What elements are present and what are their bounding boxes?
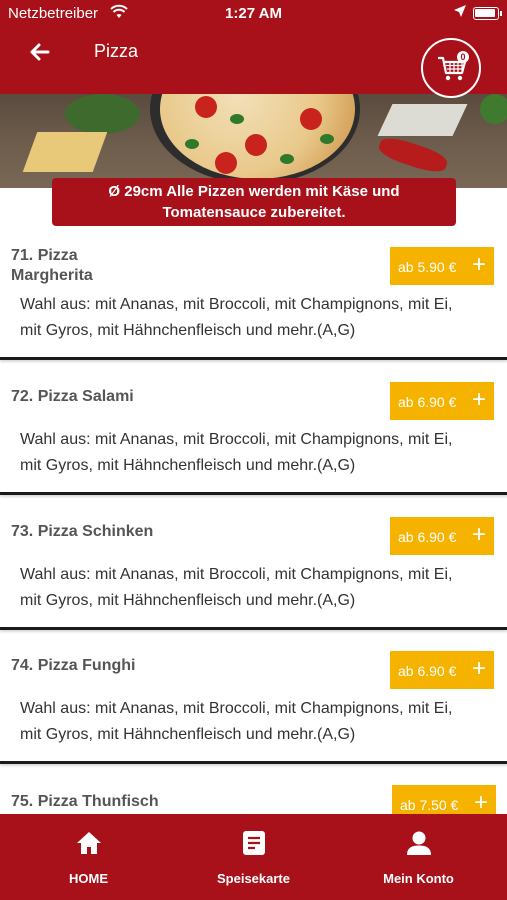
banner-line-2: Tomatensauce zubereitet. xyxy=(162,204,346,221)
item-name: 72. Pizza Salami xyxy=(11,388,134,405)
tab-mein-konto[interactable]: Mein Konto xyxy=(334,814,503,900)
banner-line-1: Ø 29cm Alle Pizzen werden mit Käse und xyxy=(108,183,400,200)
item-description: Wahl aus: mit Ananas, mit Broccoli, mit … xyxy=(20,566,453,609)
user-icon xyxy=(407,831,431,855)
item-price: ab 5.90 € xyxy=(398,259,457,275)
hero-pizza-image xyxy=(0,94,507,188)
clock: 1:27 AM xyxy=(225,5,282,22)
item-description: Wahl aus: mit Ananas, mit Broccoli, mit … xyxy=(20,700,453,743)
menu-item[interactable]: 72. Pizza Salami ab 6.90 € + Wahl aus: m… xyxy=(0,373,507,495)
item-price: ab 6.90 € xyxy=(398,394,457,410)
home-icon xyxy=(77,832,101,854)
battery-icon xyxy=(473,7,502,20)
status-bar: Netzbetreiber 1:27 AM xyxy=(0,0,507,28)
menu-item[interactable]: 73. Pizza Schinken ab 6.90 € + Wahl aus:… xyxy=(0,508,507,630)
item-price: ab 6.90 € xyxy=(398,529,457,545)
item-price: ab 7.50 € xyxy=(400,797,459,813)
item-name: 74. Pizza Funghi xyxy=(11,657,136,674)
menu-item[interactable]: 74. Pizza Funghi ab 6.90 € + Wahl aus: m… xyxy=(0,642,507,764)
bottom-tab-bar: HOME Speisekarte Mein Konto xyxy=(0,814,507,900)
tab-home-label: HOME xyxy=(69,871,108,886)
cart-button[interactable]: 0 xyxy=(421,38,481,98)
tab-home[interactable]: HOME xyxy=(4,814,173,900)
pizza-size-info-banner: Ø 29cm Alle Pizzen werden mit Käse und T… xyxy=(52,178,456,226)
page-title: Pizza xyxy=(94,41,139,61)
plus-icon: + xyxy=(471,251,486,278)
add-to-cart-price-button[interactable]: ab 6.90 € + xyxy=(390,651,494,689)
item-description: Wahl aus: mit Ananas, mit Broccoli, mit … xyxy=(20,431,453,474)
cart-count-badge: 0 xyxy=(457,51,469,63)
add-to-cart-price-button[interactable]: ab 6.90 € + xyxy=(390,517,494,555)
plus-icon: + xyxy=(471,521,486,548)
item-description: Wahl aus: mit Ananas, mit Broccoli, mit … xyxy=(20,296,453,339)
tab-speisekarte[interactable]: Speisekarte xyxy=(169,814,338,900)
plus-icon: + xyxy=(473,789,488,816)
item-name: 75. Pizza Thunfisch xyxy=(11,793,159,810)
item-price: ab 6.90 € xyxy=(398,663,457,679)
add-to-cart-price-button[interactable]: ab 5.90 € + xyxy=(390,247,494,285)
tab-speisekarte-label: Speisekarte xyxy=(217,871,290,886)
item-name: 73. Pizza Schinken xyxy=(11,523,154,540)
menu-list-icon xyxy=(243,831,265,855)
location-arrow-icon xyxy=(453,4,467,22)
item-name: 71. Pizza Margherita xyxy=(11,247,93,284)
nav-bar: Pizza 0 xyxy=(0,28,507,98)
back-button[interactable] xyxy=(24,36,56,68)
plus-icon: + xyxy=(471,386,486,413)
back-arrow-icon xyxy=(30,43,50,61)
plus-icon: + xyxy=(471,655,486,682)
add-to-cart-price-button[interactable]: ab 6.90 € + xyxy=(390,382,494,420)
tab-mein-konto-label: Mein Konto xyxy=(383,871,454,886)
menu-item[interactable]: 71. Pizza Margherita ab 5.90 € + Wahl au… xyxy=(0,238,507,360)
